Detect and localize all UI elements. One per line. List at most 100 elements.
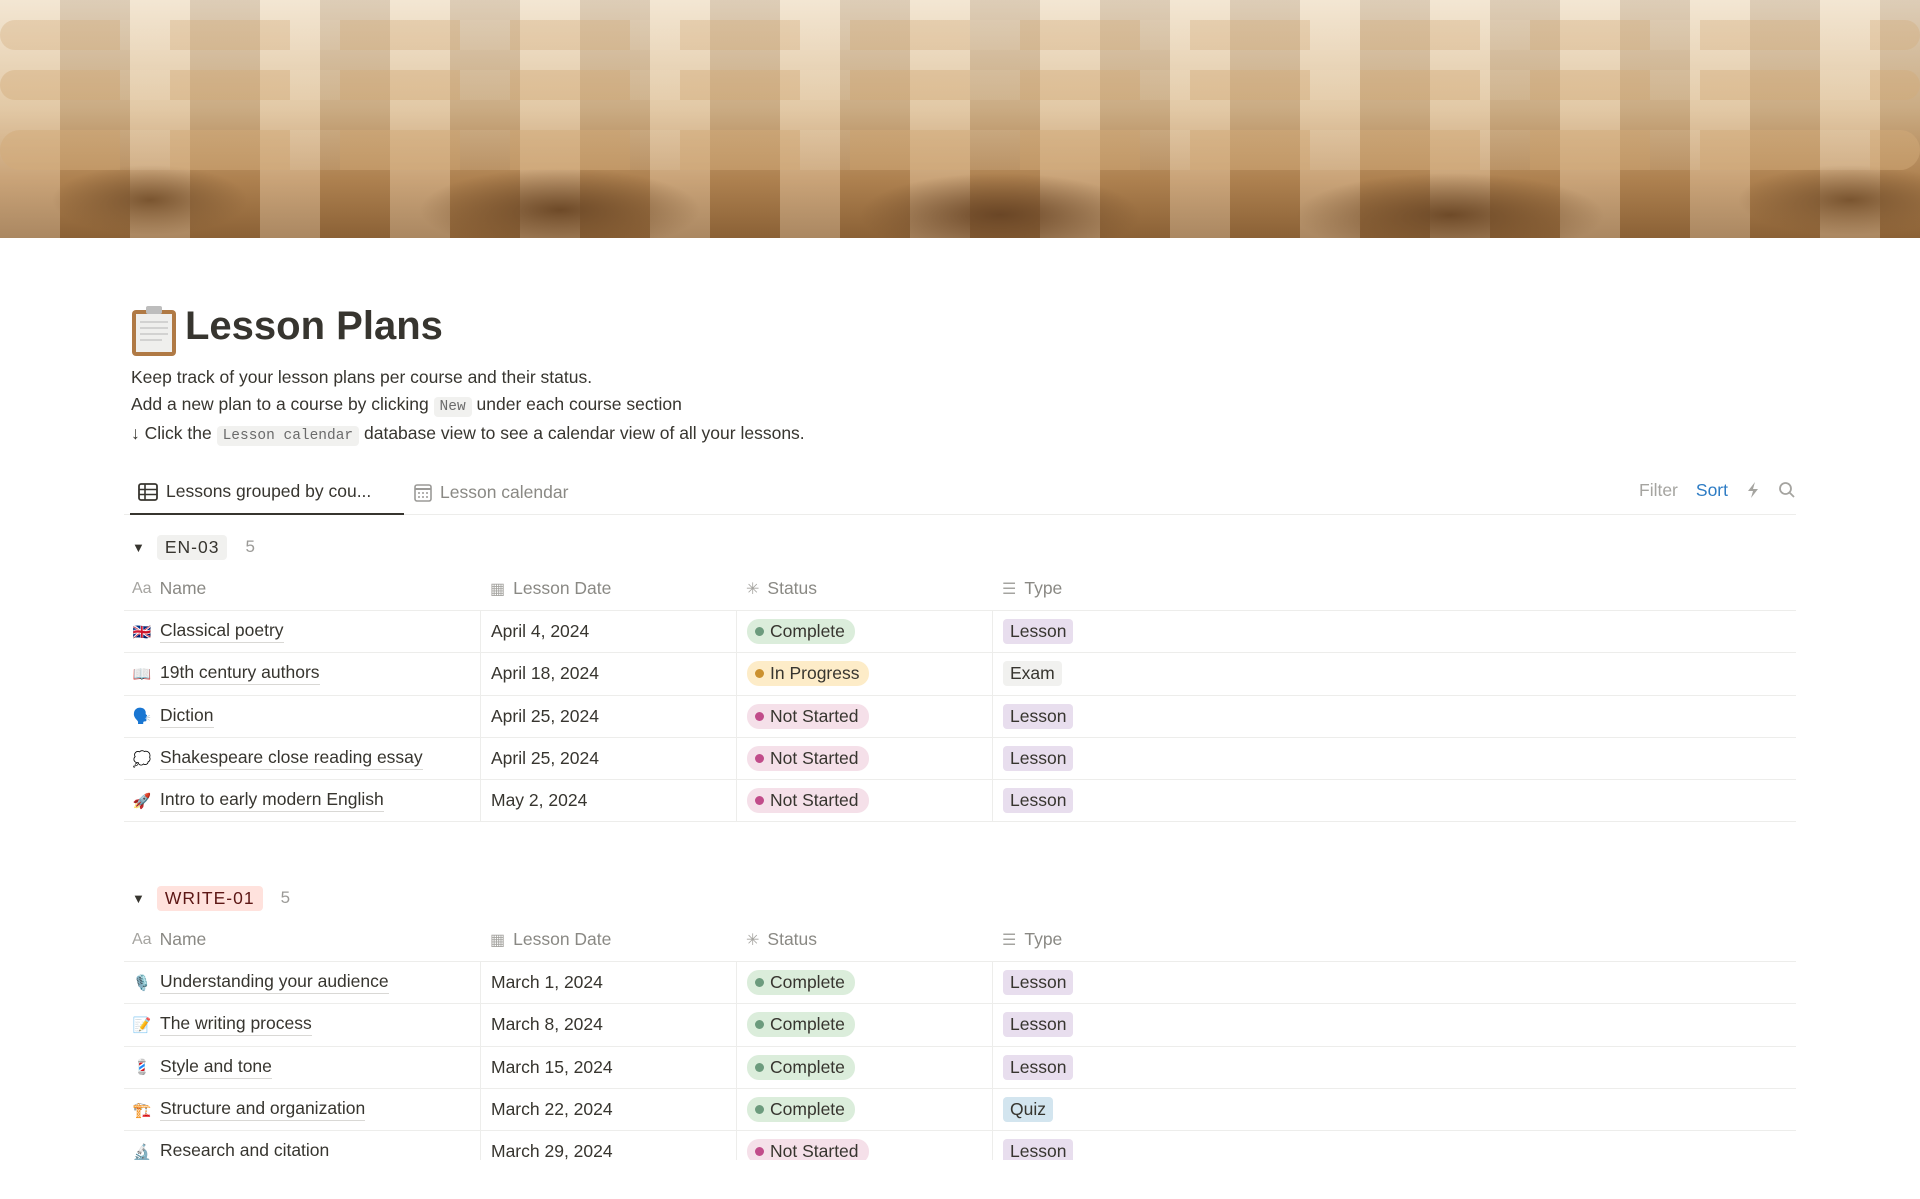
row-emoji-icon: 📝: [132, 1016, 152, 1034]
filter-button[interactable]: Filter: [1639, 480, 1678, 501]
date-cell[interactable]: April 25, 2024: [480, 737, 736, 780]
sort-button[interactable]: Sort: [1696, 480, 1728, 501]
row-emoji-icon: 🇬🇧: [132, 623, 152, 641]
row-emoji-icon: 🗣️: [132, 708, 152, 726]
table-row[interactable]: 🎙️ Understanding your audience March 1, 2…: [124, 962, 1796, 1005]
type-cell[interactable]: Lesson: [992, 1046, 1796, 1088]
row-name-link[interactable]: Shakespeare close reading essay: [160, 747, 423, 771]
list-icon: ☰: [1002, 580, 1017, 598]
status-badge: Complete: [747, 1054, 855, 1080]
table-row[interactable]: 💭 Shakespeare close reading essay April 2…: [124, 737, 1796, 781]
type-cell[interactable]: Lesson: [992, 780, 1796, 822]
row-name-link[interactable]: Classical poetry: [160, 620, 284, 644]
row-name-link[interactable]: Diction: [160, 705, 214, 728]
type-cell[interactable]: Lesson: [992, 1004, 1796, 1046]
table-row[interactable]: 🗣️ Diction April 25, 2024 Not Started Les…: [124, 695, 1796, 738]
type-cell[interactable]: Lesson: [992, 737, 1796, 780]
row-name-link[interactable]: Structure and organization: [160, 1098, 366, 1122]
row-name-link[interactable]: Understanding your audience: [160, 971, 389, 995]
column-type[interactable]: ☰ Type: [992, 567, 1796, 610]
table-row[interactable]: 📝 The writing process March 8, 2024 Compl…: [124, 1004, 1796, 1047]
status-badge: Complete: [747, 619, 855, 645]
column-lesson-date[interactable]: ▦ Lesson Date: [480, 918, 736, 961]
collapse-triangle-icon[interactable]: ▼: [132, 891, 145, 906]
date-cell[interactable]: March 22, 2024: [480, 1088, 736, 1131]
name-cell[interactable]: 🗣️ Diction: [124, 696, 480, 737]
status-cell[interactable]: Complete: [736, 962, 992, 1004]
row-emoji-icon: 💭: [132, 750, 152, 768]
view-tabs: Lessons grouped by cou... Lesson calenda…: [124, 470, 1796, 515]
status-label: Complete: [770, 1014, 845, 1035]
type-tag: Lesson: [1003, 619, 1074, 645]
type-tag: Lesson: [1003, 970, 1074, 996]
date-cell[interactable]: March 1, 2024: [480, 962, 736, 1004]
date-cell[interactable]: April 18, 2024: [480, 653, 736, 695]
status-cell[interactable]: Complete: [736, 611, 992, 653]
date-cell[interactable]: April 4, 2024: [480, 611, 736, 653]
status-badge: Complete: [747, 1012, 855, 1038]
type-cell[interactable]: Quiz: [992, 1088, 1796, 1131]
date-cell[interactable]: April 25, 2024: [480, 695, 736, 737]
column-type[interactable]: ☰ Type: [992, 918, 1796, 961]
table-row[interactable]: 🚀 Intro to early modern English May 2, 20…: [124, 780, 1796, 823]
calendar-icon: [414, 483, 432, 502]
column-status[interactable]: ✳ Status: [736, 918, 992, 961]
row-name-link[interactable]: Style and tone: [160, 1056, 272, 1079]
status-cell[interactable]: In Progress: [736, 653, 992, 695]
tab-lesson-calendar[interactable]: Lesson calendar: [414, 470, 568, 515]
group-header[interactable]: ▼ EN-03 5: [124, 527, 1796, 567]
status-cell[interactable]: Not Started: [736, 780, 992, 822]
column-name[interactable]: Aa Name: [124, 918, 480, 961]
group-tag: EN-03: [156, 534, 228, 560]
status-dot-icon: [755, 1147, 764, 1157]
status-dot-icon: [755, 1020, 764, 1030]
text-property-icon: Aa: [132, 930, 152, 948]
type-cell[interactable]: Lesson: [992, 962, 1796, 1004]
row-emoji-icon: 🏗️: [132, 1101, 152, 1119]
type-cell[interactable]: Lesson: [992, 611, 1796, 653]
status-cell[interactable]: Not Started: [736, 695, 992, 737]
name-cell[interactable]: 🏗️ Structure and organization: [124, 1089, 480, 1130]
name-cell[interactable]: 💈 Style and tone: [124, 1047, 480, 1088]
description-line: Keep track of your lesson plans per cour…: [131, 367, 593, 387]
name-cell[interactable]: 🎙️ Understanding your audience: [124, 962, 480, 1003]
column-status[interactable]: ✳ Status: [736, 567, 992, 610]
tab-lessons-grouped[interactable]: Lessons grouped by cou...: [130, 470, 404, 515]
row-name-link[interactable]: 19th century authors: [160, 662, 320, 686]
name-cell[interactable]: 📝 The writing process: [124, 1004, 480, 1045]
status-dot-icon: [755, 669, 764, 679]
date-cell[interactable]: May 2, 2024: [480, 780, 736, 822]
name-cell[interactable]: 🚀 Intro to early modern English: [124, 780, 480, 821]
clipboard-icon[interactable]: [130, 304, 178, 358]
table-row[interactable]: 🏗️ Structure and organization March 22, 2…: [124, 1088, 1796, 1132]
status-dot-icon: [755, 627, 764, 637]
type-cell[interactable]: Lesson: [992, 695, 1796, 737]
name-cell[interactable]: 💭 Shakespeare close reading essay: [124, 738, 480, 779]
lightning-icon[interactable]: [1746, 481, 1760, 499]
table-row[interactable]: 🇬🇧 Classical poetry April 4, 2024 Complet…: [124, 611, 1796, 654]
row-name-link[interactable]: Intro to early modern English: [160, 789, 384, 813]
calendar-icon: ▦: [490, 931, 506, 949]
table-row[interactable]: 📖 19th century authors April 18, 2024 In …: [124, 653, 1796, 696]
calendar-icon: ▦: [490, 580, 506, 598]
page-description: Keep track of your lesson plans per cour…: [131, 364, 805, 450]
row-name-link[interactable]: The writing process: [160, 1013, 312, 1037]
table-row[interactable]: 💈 Style and tone March 15, 2024 Complete …: [124, 1046, 1796, 1089]
status-cell[interactable]: Complete: [736, 1046, 992, 1088]
status-label: Not Started: [770, 790, 859, 811]
column-label: Name: [159, 929, 207, 949]
group-header[interactable]: ▼ WRITE-01 5: [124, 878, 1796, 918]
type-cell[interactable]: Exam: [992, 653, 1796, 695]
column-lesson-date[interactable]: ▦ Lesson Date: [480, 567, 736, 610]
search-icon[interactable]: [1778, 481, 1796, 499]
column-name[interactable]: Aa Name: [124, 567, 480, 610]
name-cell[interactable]: 🇬🇧 Classical poetry: [124, 611, 480, 652]
status-cell[interactable]: Complete: [736, 1088, 992, 1131]
type-tag: Lesson: [1003, 788, 1074, 814]
status-cell[interactable]: Not Started: [736, 737, 992, 780]
name-cell[interactable]: 📖 19th century authors: [124, 653, 480, 694]
date-cell[interactable]: March 15, 2024: [480, 1046, 736, 1088]
status-cell[interactable]: Complete: [736, 1004, 992, 1046]
date-cell[interactable]: March 8, 2024: [480, 1004, 736, 1046]
collapse-triangle-icon[interactable]: ▼: [132, 540, 145, 555]
